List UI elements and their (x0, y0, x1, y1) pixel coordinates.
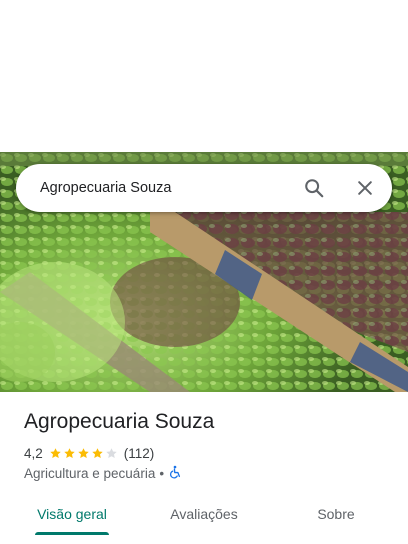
category-label: Agricultura e pecuária (24, 465, 156, 481)
active-tab-indicator (35, 532, 109, 535)
star-icon (78, 447, 89, 458)
rating-row[interactable]: 4,2 (112) (24, 444, 154, 462)
star-icon (64, 447, 75, 458)
place-title: Agropecuaria Souza (24, 410, 215, 433)
search-bar[interactable]: Agropecuaria Souza (16, 164, 392, 212)
place-info-panel: Agropecuaria Souza 4,2 (112) Agricultura… (0, 392, 408, 544)
close-icon[interactable] (349, 172, 381, 204)
star-icon (50, 447, 61, 458)
tab-reviews[interactable]: Avaliações (160, 500, 248, 528)
tab-about[interactable]: Sobre (306, 500, 366, 528)
rating-value: 4,2 (24, 445, 43, 461)
star-icon (92, 447, 103, 458)
separator-dot: • (159, 465, 165, 481)
place-tabs: Visão geral Avaliações Sobre (0, 500, 408, 536)
star-rating (49, 447, 119, 460)
map-top-area (0, 0, 408, 152)
star-icon (106, 447, 117, 458)
tab-overview[interactable]: Visão geral (35, 500, 109, 528)
category-row: Agricultura e pecuária • (24, 464, 182, 482)
review-count[interactable]: (112) (124, 446, 155, 461)
wheelchair-icon (168, 465, 182, 482)
search-query-text[interactable]: Agropecuaria Souza (40, 164, 171, 212)
search-icon[interactable] (298, 172, 330, 204)
